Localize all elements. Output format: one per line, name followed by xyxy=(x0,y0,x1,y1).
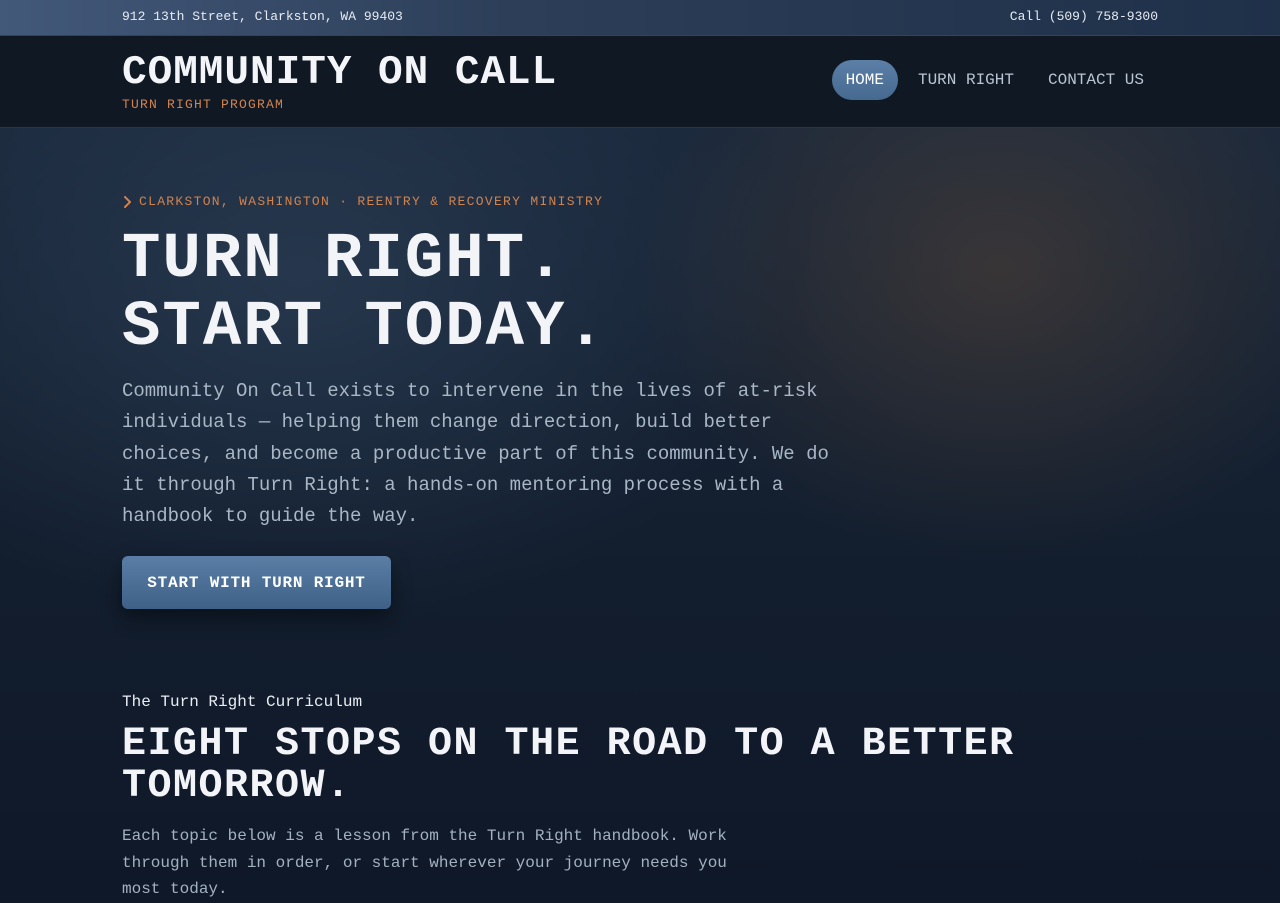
nav-item-home[interactable]: HOME xyxy=(831,60,898,100)
phone-link[interactable]: Call (509) 758-9300 xyxy=(1010,9,1158,24)
hero-section: CLARKSTON, WASHINGTON · REENTRY & RECOVE… xyxy=(0,128,1280,900)
chevron-right-icon xyxy=(124,195,131,208)
nav-item-contact-us[interactable]: CONTACT US xyxy=(1034,60,1158,100)
site-subtitle: TURN RIGHT PROGRAM xyxy=(122,97,285,112)
start-turn-right-button[interactable]: START WITH TURN RIGHT xyxy=(122,556,391,609)
hero-title: TURN RIGHT. START TODAY. xyxy=(122,226,607,362)
main-nav: HOME TURN RIGHT CONTACT US xyxy=(831,60,1158,100)
address-text: 912 13th Street, Clarkston, WA 99403 xyxy=(122,9,403,24)
curriculum-title: EIGHT STOPS ON THE ROAD TO A BETTER TOMO… xyxy=(122,722,1015,809)
top-info-bar: 912 13th Street, Clarkston, WA 99403 Cal… xyxy=(0,0,1280,36)
site-header: COMMUNITY ON CALL TURN RIGHT PROGRAM HOM… xyxy=(0,36,1280,128)
hero-title-line2: START TODAY. xyxy=(122,292,607,364)
nav-item-turn-right[interactable]: TURN RIGHT xyxy=(904,60,1028,100)
hero-description: Community On Call exists to intervene in… xyxy=(122,380,829,528)
hero-eyebrow: CLARKSTON, WASHINGTON · REENTRY & RECOVE… xyxy=(122,194,603,209)
hero-title-line1: TURN RIGHT. xyxy=(122,224,567,296)
hero-eyebrow-text: CLARKSTON, WASHINGTON · REENTRY & RECOVE… xyxy=(139,194,604,209)
curriculum-description: Each topic below is a lesson from the Tu… xyxy=(122,827,727,899)
site-title[interactable]: COMMUNITY ON CALL xyxy=(122,50,557,96)
curriculum-label: The Turn Right Curriculum xyxy=(122,693,363,711)
